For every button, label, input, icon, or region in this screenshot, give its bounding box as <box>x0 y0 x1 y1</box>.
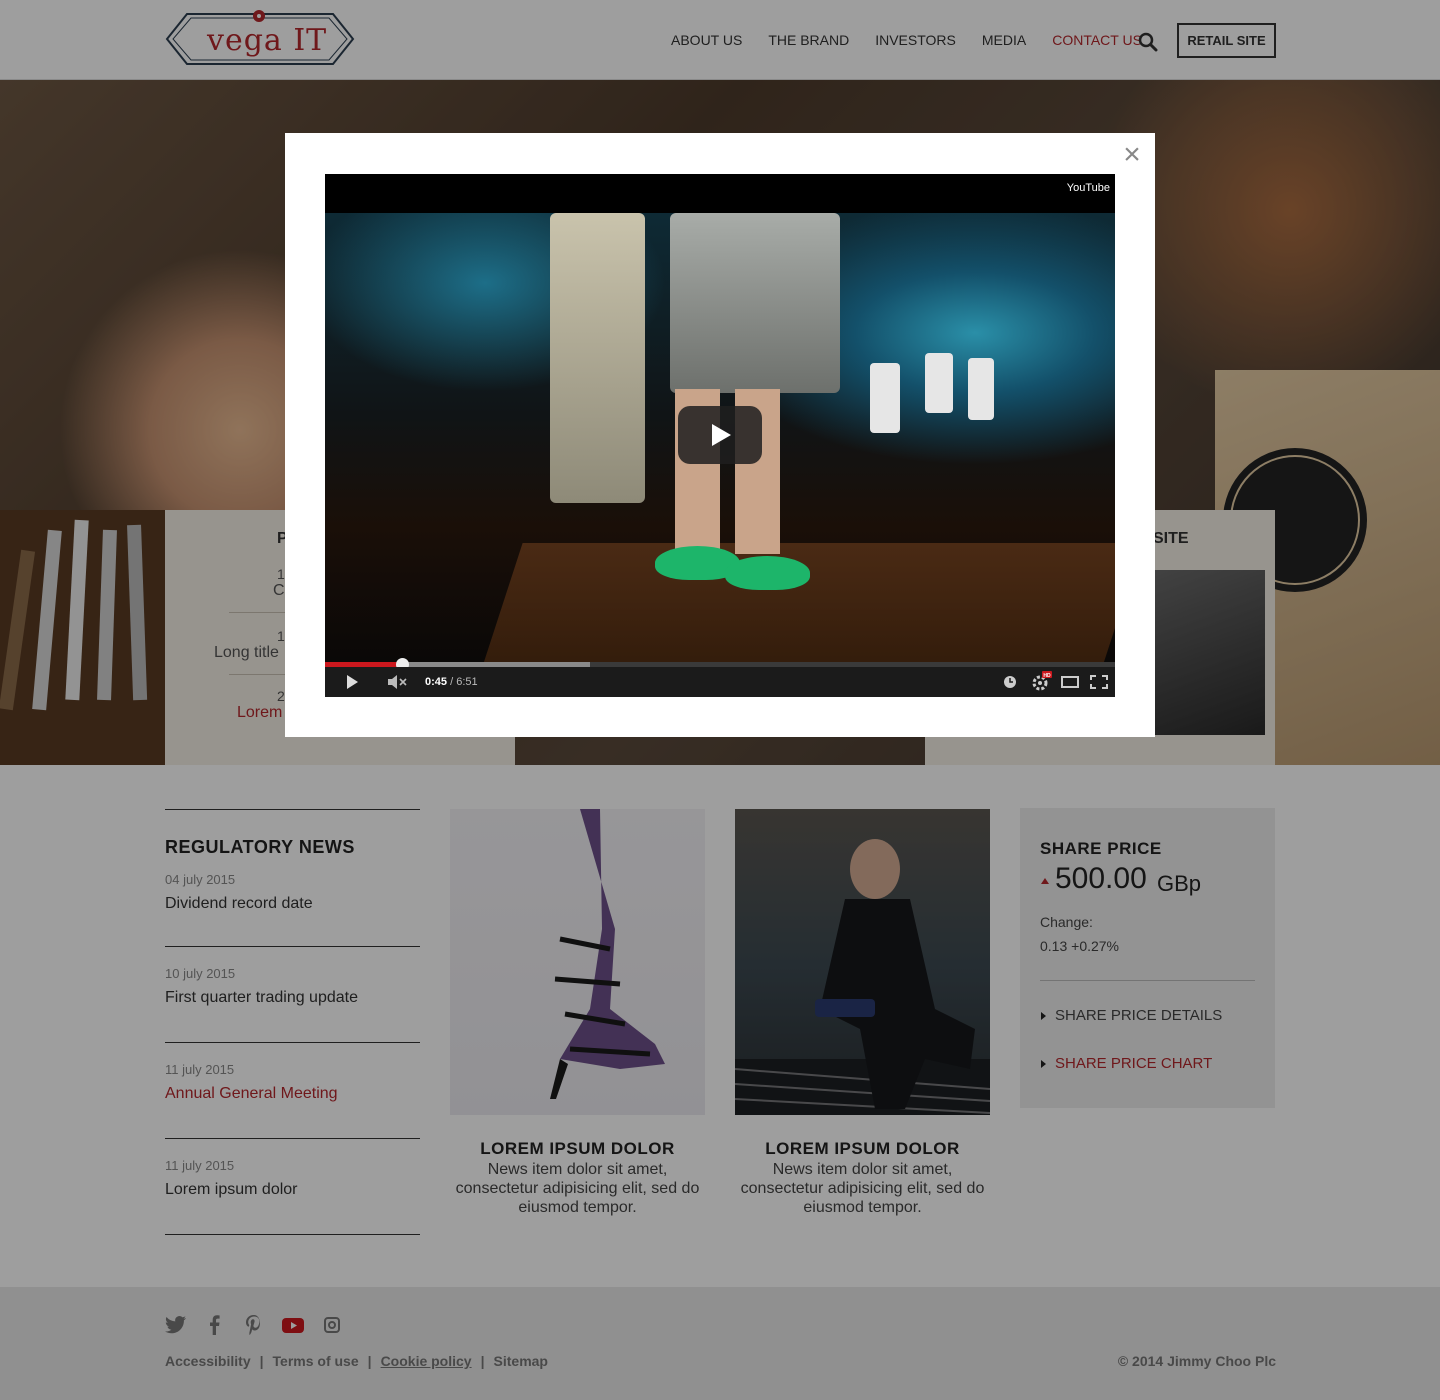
time-display: 0:45 / 6:51 <box>425 676 478 688</box>
settings-gear-icon[interactable]: HD <box>1029 667 1053 697</box>
play-icon[interactable] <box>339 667 365 697</box>
modal-overlay[interactable]: × YouTube 0:45 / 6:51 HD <box>0 0 1440 1400</box>
duration: / 6:51 <box>450 676 478 688</box>
video-figure <box>550 213 645 503</box>
mute-icon[interactable] <box>385 667 411 697</box>
video-player[interactable]: YouTube 0:45 / 6:51 HD <box>325 174 1115 697</box>
video-figure <box>870 363 900 433</box>
watch-later-icon[interactable] <box>1000 667 1020 697</box>
video-figure <box>670 213 840 393</box>
youtube-label[interactable]: YouTube <box>1067 182 1110 194</box>
close-button[interactable]: × <box>1120 140 1144 170</box>
video-controls: 0:45 / 6:51 HD <box>325 667 1115 697</box>
video-modal: × YouTube 0:45 / 6:51 HD <box>285 133 1155 737</box>
video-figure <box>925 353 953 413</box>
current-time: 0:45 <box>425 676 448 688</box>
hd-badge: HD <box>1043 673 1051 679</box>
theater-mode-icon[interactable] <box>1058 667 1082 697</box>
video-figure <box>725 556 810 590</box>
play-overlay-button[interactable] <box>678 406 762 464</box>
fullscreen-icon[interactable] <box>1087 667 1111 697</box>
video-figure <box>968 358 994 420</box>
